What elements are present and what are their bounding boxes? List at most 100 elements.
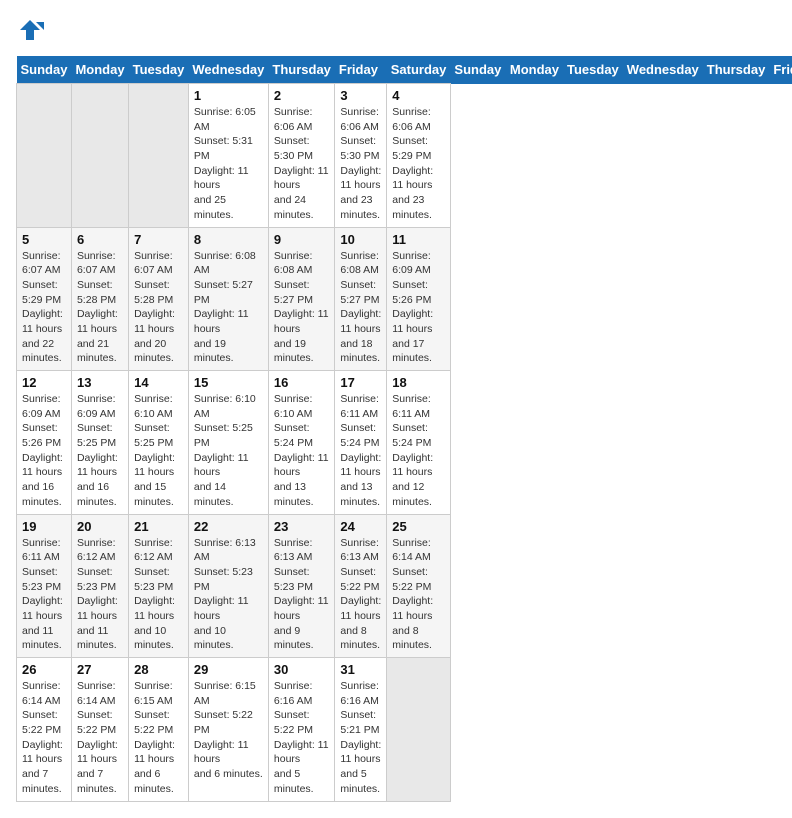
day-number: 24 [340, 519, 381, 534]
day-info: Sunrise: 6:07 AMSunset: 5:29 PMDaylight:… [22, 249, 66, 367]
day-number: 10 [340, 232, 381, 247]
calendar-day-cell: 11Sunrise: 6:09 AMSunset: 5:26 PMDayligh… [387, 227, 451, 371]
calendar-day-cell: 14Sunrise: 6:10 AMSunset: 5:25 PMDayligh… [129, 371, 189, 515]
day-info: Sunrise: 6:12 AMSunset: 5:23 PMDaylight:… [134, 536, 183, 654]
day-info: Sunrise: 6:05 AMSunset: 5:31 PMDaylight:… [194, 105, 263, 223]
day-number: 18 [392, 375, 445, 390]
calendar-week-row: 1 Sunrise: 6:05 AMSunset: 5:31 PMDaylight… [17, 84, 792, 228]
calendar-day-cell: 25 Sunrise: 6:14 AMSunset: 5:22 PMDayligh… [387, 514, 451, 658]
day-info: Sunrise: 6:13 AMSunset: 5:23 PMDaylight:… [194, 536, 263, 654]
day-number: 15 [194, 375, 263, 390]
calendar-day-cell: 9 Sunrise: 6:08 AMSunset: 5:27 PMDaylight… [268, 227, 335, 371]
logo-icon [16, 16, 44, 44]
calendar-day-cell: 7Sunrise: 6:07 AMSunset: 5:28 PMDaylight… [129, 227, 189, 371]
day-info: Sunrise: 6:09 AMSunset: 5:25 PMDaylight:… [77, 392, 123, 510]
day-info: Sunrise: 6:12 AMSunset: 5:23 PMDaylight:… [77, 536, 123, 654]
day-number: 21 [134, 519, 183, 534]
calendar-day-cell: 24 Sunrise: 6:13 AMSunset: 5:22 PMDayligh… [335, 514, 387, 658]
calendar-day-cell: 13 Sunrise: 6:09 AMSunset: 5:25 PMDayligh… [71, 371, 128, 515]
calendar-day-cell: 21 Sunrise: 6:12 AMSunset: 5:23 PMDayligh… [129, 514, 189, 658]
day-info: Sunrise: 6:10 AMSunset: 5:24 PMDaylight:… [274, 392, 330, 510]
day-number: 7 [134, 232, 183, 247]
calendar-day-cell: 30 Sunrise: 6:16 AMSunset: 5:22 PMDayligh… [268, 658, 335, 802]
day-number: 12 [22, 375, 66, 390]
day-number: 8 [194, 232, 263, 247]
day-info: Sunrise: 6:08 AMSunset: 5:27 PMDaylight:… [274, 249, 330, 367]
day-info: Sunrise: 6:10 AMSunset: 5:25 PMDaylight:… [134, 392, 183, 510]
calendar-table: SundayMondayTuesdayWednesdayThursdayFrid… [16, 56, 792, 802]
day-number: 29 [194, 662, 263, 677]
calendar-day-cell: 8 Sunrise: 6:08 AMSunset: 5:27 PMDaylight… [188, 227, 268, 371]
day-info: Sunrise: 6:14 AMSunset: 5:22 PMDaylight:… [392, 536, 445, 654]
day-info: Sunrise: 6:14 AMSunset: 5:22 PMDaylight:… [22, 679, 66, 797]
calendar-week-row: 19 Sunrise: 6:11 AMSunset: 5:23 PMDayligh… [17, 514, 792, 658]
calendar-day-header: Saturday [387, 56, 451, 84]
day-number: 3 [340, 88, 381, 103]
day-info: Sunrise: 6:09 AMSunset: 5:26 PMDaylight:… [22, 392, 66, 510]
calendar-day-header: Friday [335, 56, 387, 84]
calendar-day-cell: 5 Sunrise: 6:07 AMSunset: 5:29 PMDaylight… [17, 227, 72, 371]
day-number: 4 [392, 88, 445, 103]
day-info: Sunrise: 6:11 AMSunset: 5:23 PMDaylight:… [22, 536, 66, 654]
calendar-day-header: Wednesday [623, 56, 703, 84]
day-number: 5 [22, 232, 66, 247]
day-number: 2 [274, 88, 330, 103]
day-info: Sunrise: 6:06 AMSunset: 5:29 PMDaylight:… [392, 105, 445, 223]
day-number: 23 [274, 519, 330, 534]
day-number: 11 [392, 232, 445, 247]
calendar-day-cell: 4 Sunrise: 6:06 AMSunset: 5:29 PMDaylight… [387, 84, 451, 228]
calendar-week-row: 26 Sunrise: 6:14 AMSunset: 5:22 PMDayligh… [17, 658, 792, 802]
calendar-day-cell: 22 Sunrise: 6:13 AMSunset: 5:23 PMDayligh… [188, 514, 268, 658]
calendar-day-cell: 1 Sunrise: 6:05 AMSunset: 5:31 PMDaylight… [188, 84, 268, 228]
calendar-day-header: Sunday [450, 56, 505, 84]
calendar-day-cell [129, 84, 189, 228]
calendar-week-row: 5 Sunrise: 6:07 AMSunset: 5:29 PMDaylight… [17, 227, 792, 371]
calendar-day-cell: 12 Sunrise: 6:09 AMSunset: 5:26 PMDayligh… [17, 371, 72, 515]
calendar-day-cell: 6Sunrise: 6:07 AMSunset: 5:28 PMDaylight… [71, 227, 128, 371]
calendar-day-cell: 23 Sunrise: 6:13 AMSunset: 5:23 PMDayligh… [268, 514, 335, 658]
day-info: Sunrise: 6:11 AMSunset: 5:24 PMDaylight:… [392, 392, 445, 510]
day-number: 6 [77, 232, 123, 247]
calendar-day-cell: 15 Sunrise: 6:10 AMSunset: 5:25 PMDayligh… [188, 371, 268, 515]
calendar-day-cell: 28Sunrise: 6:15 AMSunset: 5:22 PMDayligh… [129, 658, 189, 802]
day-info: Sunrise: 6:14 AMSunset: 5:22 PMDaylight:… [77, 679, 123, 797]
calendar-day-cell: 16 Sunrise: 6:10 AMSunset: 5:24 PMDayligh… [268, 371, 335, 515]
calendar-day-cell: 29Sunrise: 6:15 AMSunset: 5:22 PMDayligh… [188, 658, 268, 802]
day-info: Sunrise: 6:06 AMSunset: 5:30 PMDaylight:… [274, 105, 330, 223]
day-number: 17 [340, 375, 381, 390]
day-number: 1 [194, 88, 263, 103]
day-number: 28 [134, 662, 183, 677]
calendar-week-row: 12 Sunrise: 6:09 AMSunset: 5:26 PMDayligh… [17, 371, 792, 515]
calendar-day-header: Tuesday [129, 56, 189, 84]
calendar-day-cell [387, 658, 451, 802]
calendar-day-cell [17, 84, 72, 228]
calendar-day-cell: 20Sunrise: 6:12 AMSunset: 5:23 PMDayligh… [71, 514, 128, 658]
day-number: 26 [22, 662, 66, 677]
day-info: Sunrise: 6:06 AMSunset: 5:30 PMDaylight:… [340, 105, 381, 223]
day-info: Sunrise: 6:13 AMSunset: 5:23 PMDaylight:… [274, 536, 330, 654]
day-info: Sunrise: 6:13 AMSunset: 5:22 PMDaylight:… [340, 536, 381, 654]
calendar-day-cell: 17Sunrise: 6:11 AMSunset: 5:24 PMDayligh… [335, 371, 387, 515]
calendar-day-cell: 18 Sunrise: 6:11 AMSunset: 5:24 PMDayligh… [387, 371, 451, 515]
calendar-day-cell: 3 Sunrise: 6:06 AMSunset: 5:30 PMDaylight… [335, 84, 387, 228]
calendar-day-header: Monday [71, 56, 128, 84]
calendar-day-cell: 2 Sunrise: 6:06 AMSunset: 5:30 PMDaylight… [268, 84, 335, 228]
page-header [16, 16, 776, 44]
day-number: 13 [77, 375, 123, 390]
day-info: Sunrise: 6:10 AMSunset: 5:25 PMDaylight:… [194, 392, 263, 510]
day-number: 16 [274, 375, 330, 390]
calendar-day-header: Thursday [268, 56, 335, 84]
day-number: 19 [22, 519, 66, 534]
day-number: 30 [274, 662, 330, 677]
day-number: 31 [340, 662, 381, 677]
day-number: 27 [77, 662, 123, 677]
calendar-day-cell: 31 Sunrise: 6:16 AMSunset: 5:21 PMDayligh… [335, 658, 387, 802]
day-info: Sunrise: 6:08 AMSunset: 5:27 PMDaylight:… [194, 249, 263, 367]
day-info: Sunrise: 6:16 AMSunset: 5:22 PMDaylight:… [274, 679, 330, 797]
day-number: 22 [194, 519, 263, 534]
calendar-day-cell: 19 Sunrise: 6:11 AMSunset: 5:23 PMDayligh… [17, 514, 72, 658]
day-info: Sunrise: 6:16 AMSunset: 5:21 PMDaylight:… [340, 679, 381, 797]
calendar-day-header: Thursday [703, 56, 770, 84]
day-number: 25 [392, 519, 445, 534]
day-number: 9 [274, 232, 330, 247]
